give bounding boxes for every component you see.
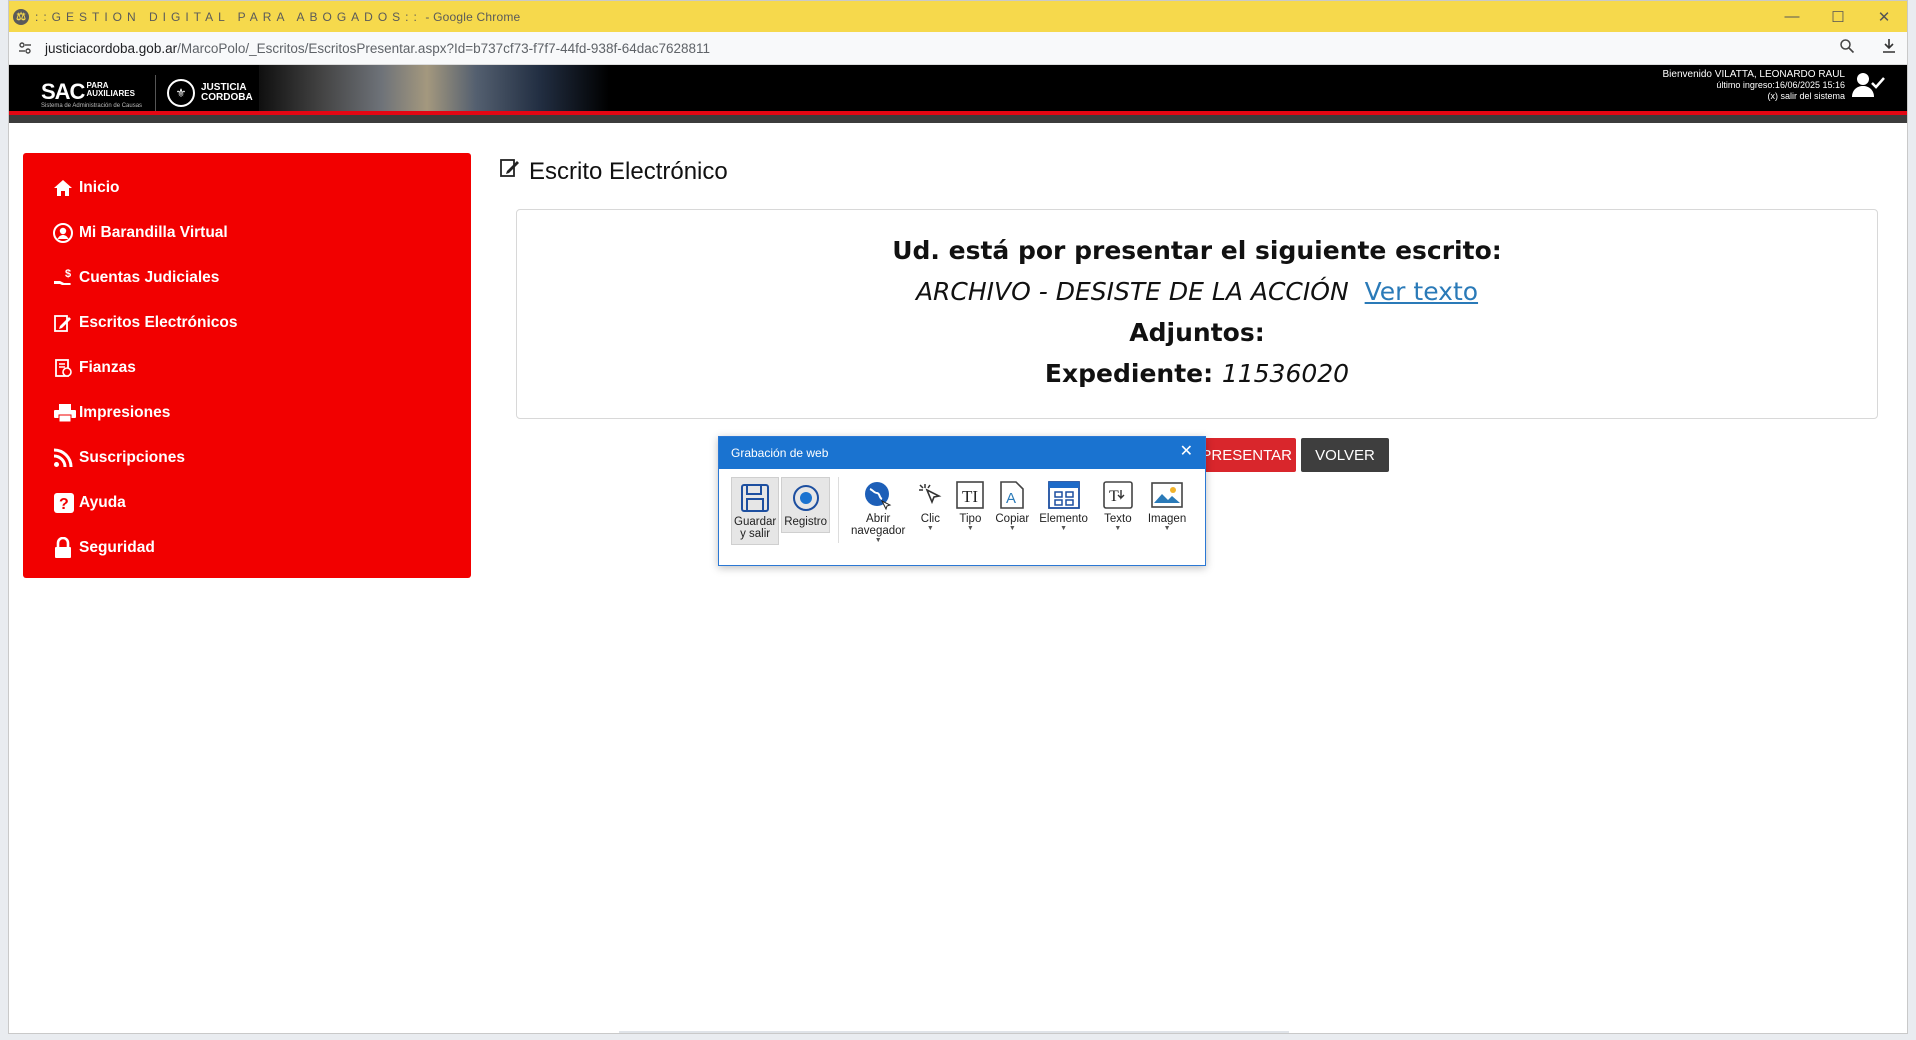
justicia-logo: ⚜ JUSTICIA CORDOBA [167,79,253,107]
address-bar[interactable]: justiciacordoba.gob.ar/MarcoPolo/_Escrit… [9,32,1907,65]
volver-button[interactable]: VOLVER [1301,438,1389,472]
header-grey-stripe [9,115,1907,123]
globe-icon [862,477,894,513]
record-icon [791,480,821,516]
lock-icon [53,536,79,559]
click-icon [915,477,945,513]
save-icon [740,480,770,516]
home-icon [53,179,79,197]
user-check-icon [1851,71,1885,104]
recorder-title: Grabación de web [731,446,829,460]
sidebar-item-barandilla[interactable]: Mi Barandilla Virtual [23,210,471,255]
minimize-button[interactable]: — [1769,1,1815,32]
case-number: 11536020 [1221,359,1350,388]
sidebar-item-escritos[interactable]: Escritos Electrónicos [23,300,471,345]
url-text[interactable]: justiciacordoba.gob.ar/MarcoPolo/_Escrit… [45,41,710,56]
seal-icon: ⚜ [167,79,195,107]
maximize-button[interactable]: ☐ [1815,1,1861,32]
copy-button[interactable]: A Copiar ▼ [995,477,1029,533]
sidebar-item-cuentas[interactable]: $ Cuentas Judiciales [23,255,471,300]
view-text-link[interactable]: Ver texto [1365,277,1478,306]
page-title: Escrito Electrónico [499,157,728,186]
title-bar: ⚖ ::GESTION DIGITAL PARA ABOGADOS:: - Go… [9,1,1907,32]
element-icon [1047,477,1080,513]
edit-document-icon [499,157,521,186]
svg-text:A: A [1006,490,1016,507]
browser-window: ⚖ ::GESTION DIGITAL PARA ABOGADOS:: - Go… [8,0,1908,1034]
document-summary-card: Ud. está por presentar el siguiente escr… [516,209,1878,419]
svg-text:TI: TI [962,487,978,506]
sidebar-item-inicio[interactable]: Inicio [23,165,471,210]
click-button[interactable]: Clic ▼ [915,477,945,533]
site-settings-icon[interactable] [17,40,33,56]
svg-text:?: ? [59,496,69,513]
printer-icon [53,403,79,423]
welcome-block: Bienvenido VILATTA, LEONARDO RAUL último… [1663,69,1845,102]
web-recorder-panel: Grabación de web ✕ Guardar y salir Regist… [718,436,1206,566]
toolbar-divider [838,477,840,543]
app-icon: ⚖ [13,8,29,25]
logo-divider [155,75,156,113]
save-exit-button[interactable]: Guardar y salir [731,477,780,545]
hand-money-icon: $ [53,268,79,288]
download-icon[interactable] [1881,38,1897,59]
record-button[interactable]: Registro [781,477,831,533]
welcome-text: Bienvenido VILATTA, LEONARDO RAUL [1662,69,1845,80]
case-row: Expediente: 11536020 [517,359,1877,388]
rss-icon [53,448,79,468]
svg-text:T: T [1109,488,1119,505]
logout-link[interactable]: (x) salir del sistema [1663,91,1845,102]
element-button[interactable]: Elemento ▼ [1039,477,1088,533]
sidebar-item-seguridad[interactable]: Seguridad [23,525,471,570]
zoom-icon[interactable] [1839,38,1855,59]
user-circle-icon [53,222,79,243]
document-name-row: ARCHIVO - DESISTE DE LA ACCIÓN Ver texto [517,277,1877,306]
sidebar-item-fianzas[interactable]: Fianzas [23,345,471,390]
recorder-header: Grabación de web ✕ [719,437,1205,469]
sidebar-menu: Inicio Mi Barandilla Virtual $ Cuentas J… [23,153,471,578]
type-icon: TI [955,477,985,513]
footer-strip [619,1031,1289,1033]
site-header: SAC PARA AUXILIARES Sistema de Administrac… [9,65,1907,123]
image-icon [1151,477,1183,513]
last-login: último ingreso:16/06/2025 15:16 [1716,80,1845,90]
copy-icon: A [999,477,1025,513]
sidebar-item-suscripciones[interactable]: Suscripciones [23,435,471,480]
document-name: ARCHIVO - DESISTE DE LA ACCIÓN [915,277,1349,306]
window-title: ::GESTION DIGITAL PARA ABOGADOS:: - Goog… [35,9,521,24]
receipt-icon [53,358,79,378]
case-label: Expediente: [1044,359,1214,388]
help-icon: ? [53,492,79,514]
sidebar-item-impresiones[interactable]: Impresiones [23,390,471,435]
sidebar-item-ayuda[interactable]: ? Ayuda [23,480,471,525]
type-button[interactable]: TI Tipo ▼ [955,477,985,533]
sac-logo[interactable]: SAC PARA AUXILIARES Sistema de Administrac… [41,79,142,109]
card-heading: Ud. está por presentar el siguiente escr… [892,236,1502,265]
attachments-label: Adjuntos: [1129,318,1265,347]
image-button[interactable]: Imagen ▼ [1148,477,1186,533]
close-icon[interactable]: ✕ [1180,444,1193,460]
edit-document-icon [53,313,79,333]
close-window-button[interactable]: ✕ [1861,1,1907,32]
text-icon: T [1102,477,1134,513]
svg-text:$: $ [65,268,71,280]
open-browser-button[interactable]: Abrir navegador ▼ [851,477,905,545]
text-button[interactable]: T Texto ▼ [1102,477,1134,533]
